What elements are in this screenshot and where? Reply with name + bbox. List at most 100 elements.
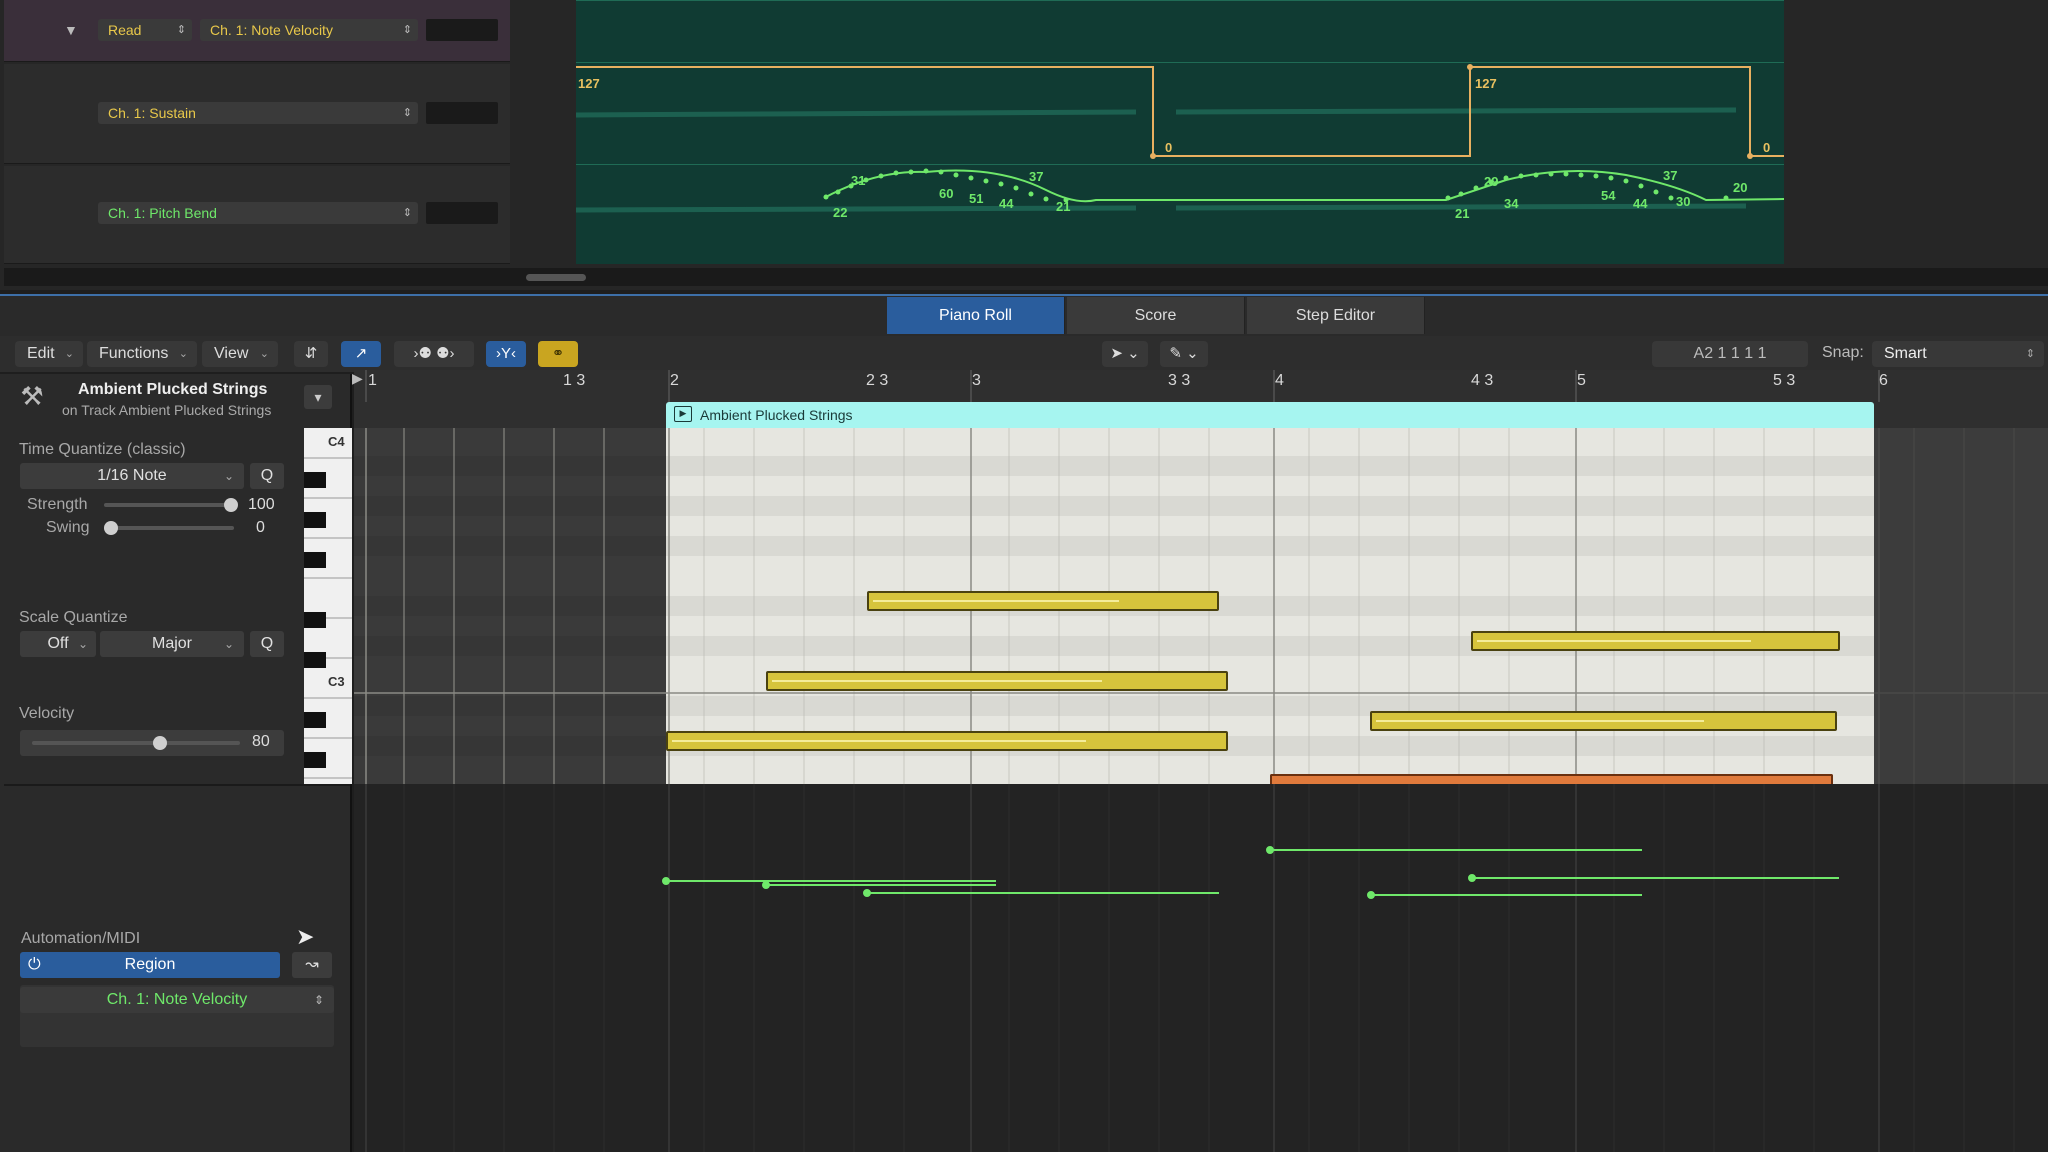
sustain-value-label: 0 xyxy=(1165,140,1173,155)
pencil-tool-icon[interactable]: ✎ ⌄ xyxy=(1160,341,1208,367)
midi-note[interactable] xyxy=(1370,711,1837,731)
velocity-slider[interactable] xyxy=(32,741,240,745)
strength-label: Strength xyxy=(27,496,88,513)
snap-label: Snap: xyxy=(1822,344,1864,361)
mouse-cursor-icon: ➤ xyxy=(296,924,315,949)
automation-curve-icon[interactable]: ↗ xyxy=(341,341,381,367)
pitchbend-value-label: 22 xyxy=(833,205,848,220)
region-name: Ambient Plucked Strings xyxy=(78,381,268,398)
pitchbend-value-label: 37 xyxy=(1029,169,1044,184)
disclosure-triangle-icon[interactable]: ▼ xyxy=(64,22,78,38)
sustain-value-label: 0 xyxy=(1763,140,1771,155)
edit-menu[interactable]: Edit ⌄ xyxy=(15,341,83,367)
midi-note[interactable] xyxy=(666,731,1228,751)
pitchbend-value-label: 34 xyxy=(1504,196,1519,211)
time-quantize-select[interactable]: 1/16 Note ⌄ xyxy=(20,463,244,489)
pitchbend-value-label: 60 xyxy=(939,186,954,201)
link-icon[interactable]: ⚭ xyxy=(538,341,578,367)
instrument-icon: ⚒ xyxy=(20,381,44,411)
updown-icon: ⇕ xyxy=(402,107,412,119)
lane-value-box-3[interactable] xyxy=(426,202,498,224)
scale-quantize-off-select[interactable]: Off ⌄ xyxy=(20,631,96,657)
automation-param-label: Ch. 1: Note Velocity xyxy=(106,991,248,1008)
view-label: View xyxy=(214,345,249,362)
midi-in-out-icon[interactable]: ›⚉ ⚉› xyxy=(394,341,474,367)
chevron-down-icon: ⌄ xyxy=(178,348,188,360)
automation-curve-icon[interactable]: ↝ xyxy=(292,952,332,978)
pitchbend-value-label: 21 xyxy=(1455,206,1470,221)
midi-note[interactable] xyxy=(867,591,1219,611)
automation-midi-label: Automation/MIDI xyxy=(21,930,141,947)
strength-slider[interactable] xyxy=(104,503,234,507)
lane-value-box-2[interactable] xyxy=(426,102,498,124)
updown-icon: ⇕ xyxy=(2025,348,2035,360)
pitchbend-value-label: 44 xyxy=(1633,196,1648,211)
lane-param-select-2[interactable]: Ch. 1: Sustain ⇕ xyxy=(98,102,418,124)
tab-step-editor[interactable]: Step Editor xyxy=(1247,297,1425,334)
automation-param-select[interactable]: Ch. 1: Note Velocity ⇕ xyxy=(20,987,334,1013)
inspector-menu-icon[interactable]: ▾ xyxy=(304,385,332,409)
read-mode-select[interactable]: Read ⇕ xyxy=(98,19,192,41)
snap-select[interactable]: Smart ⇕ xyxy=(1872,341,2044,367)
midi-note[interactable] xyxy=(1270,774,1833,784)
scale-major-value: Major xyxy=(151,635,192,652)
tab-piano-roll[interactable]: Piano Roll xyxy=(887,297,1065,334)
lane-param-select-1[interactable]: Ch. 1: Note Velocity ⇕ xyxy=(200,19,418,41)
key-label-c3: C3 xyxy=(328,674,345,689)
scrollbar-thumb[interactable] xyxy=(526,274,586,281)
tab-score[interactable]: Score xyxy=(1067,297,1245,334)
time-quantize-value: 1/16 Note xyxy=(97,467,167,484)
functions-menu[interactable]: Functions ⌄ xyxy=(87,341,197,367)
pitchbend-points xyxy=(823,168,1729,203)
collapse-icon[interactable]: ⇵ xyxy=(294,341,328,367)
chevron-down-icon: ⌄ xyxy=(259,348,269,360)
functions-label: Functions xyxy=(99,345,169,362)
pitchbend-value-label: 31 xyxy=(851,173,866,188)
horizontal-scrollbar[interactable] xyxy=(4,268,2048,286)
automation-curves xyxy=(576,64,1784,213)
catch-playhead-icon[interactable]: ›Y‹ xyxy=(486,341,526,367)
pitchbend-value-label: 21 xyxy=(1056,199,1071,214)
swing-slider[interactable] xyxy=(104,526,234,530)
pitchbend-value-label: 20 xyxy=(1733,180,1748,195)
pitchbend-value-label: 54 xyxy=(1601,188,1616,203)
track-name: on Track Ambient Plucked Strings xyxy=(62,402,272,418)
view-menu[interactable]: View ⌄ xyxy=(202,341,278,367)
midi-note[interactable] xyxy=(766,671,1228,691)
ruler-ticks xyxy=(365,370,1880,402)
swing-label: Swing xyxy=(46,519,90,536)
sustain-value-label: 127 xyxy=(578,76,600,91)
region-button-label: Region xyxy=(124,956,176,973)
swing-value: 0 xyxy=(256,519,265,536)
chevron-down-icon: ⌄ xyxy=(77,637,88,651)
scale-quantize-button[interactable]: Q xyxy=(250,631,284,657)
swing-slider-knob[interactable] xyxy=(104,521,118,535)
velocity-slider-knob[interactable] xyxy=(153,736,167,750)
updown-icon: ⇕ xyxy=(402,207,412,219)
strength-slider-knob[interactable] xyxy=(224,498,238,512)
quantize-button[interactable]: Q xyxy=(250,463,284,489)
read-mode-label: Read xyxy=(108,22,142,38)
pitchbend-value-label: 44 xyxy=(999,196,1014,211)
midi-note[interactable] xyxy=(1471,631,1840,651)
region-play-icon: ▶ xyxy=(674,406,692,422)
lane-value-box-1[interactable] xyxy=(426,19,498,41)
region-header[interactable]: Ambient Plucked Strings xyxy=(666,402,1874,428)
pitchbend-value-label: 51 xyxy=(969,191,984,206)
lane-param-label: Ch. 1: Note Velocity xyxy=(210,22,333,38)
key-label-c4: C4 xyxy=(328,434,345,449)
pitchbend-value-label: 30 xyxy=(1676,194,1691,209)
time-quantize-label: Time Quantize (classic) xyxy=(19,441,186,458)
lane-param-label: Ch. 1: Sustain xyxy=(108,105,196,121)
region-automation-button[interactable]: ⏻ Region xyxy=(20,952,280,978)
pointer-tool-icon[interactable]: ➤ ⌄ xyxy=(1102,341,1148,367)
keyboard-keys xyxy=(304,457,352,779)
power-icon[interactable]: ⏻ xyxy=(28,952,41,978)
lane-param-select-3[interactable]: Ch. 1: Pitch Bend ⇕ xyxy=(98,202,418,224)
position-display: A2 1 1 1 1 xyxy=(1652,341,1808,367)
edit-label: Edit xyxy=(27,345,55,362)
scale-quantize-type-select[interactable]: Major ⌄ xyxy=(100,631,244,657)
velocity-automation-lines xyxy=(365,784,2015,1152)
chevron-down-icon: ⌄ xyxy=(223,469,234,483)
strength-value: 100 xyxy=(248,496,275,513)
